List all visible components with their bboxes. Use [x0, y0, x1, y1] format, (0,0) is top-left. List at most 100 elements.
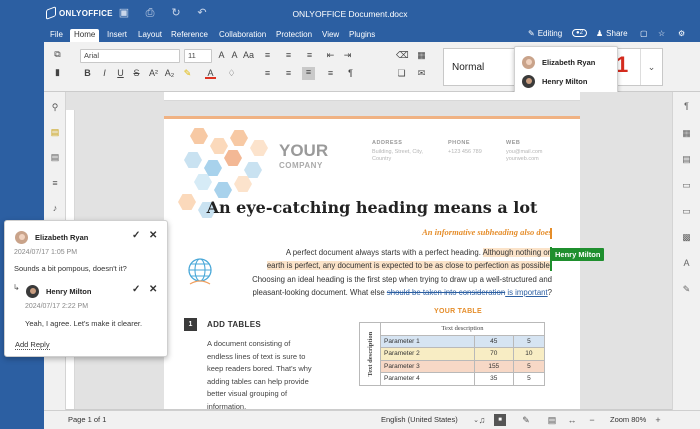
body-paragraph[interactable]: A perfect document always starts with a …	[234, 246, 552, 299]
mail-merge-icon[interactable]: ✉	[416, 68, 427, 79]
close-reply-icon[interactable]: ✕	[149, 284, 157, 295]
paste-icon[interactable]: ▮	[52, 67, 63, 78]
table-settings-icon[interactable]: ▦	[681, 128, 692, 139]
navigation-icon[interactable]: ≡	[50, 178, 60, 188]
share-button[interactable]: ♟ Share	[596, 29, 628, 38]
align-left-icon[interactable]: ≡	[262, 68, 273, 79]
menu-insert[interactable]: Insert	[103, 29, 131, 42]
resolve-reply-icon[interactable]: ✓	[132, 284, 140, 295]
comments-count-icon[interactable]: ●2	[572, 29, 587, 37]
company-logo-company: COMPANY	[279, 161, 323, 170]
editing-mode[interactable]: ✎ Editing	[528, 29, 562, 38]
comment-date: 2024/07/17 1:05 PM	[14, 249, 78, 256]
comment-card[interactable]: Elizabeth Ryan ✓ ✕ 2024/07/17 1:05 PM So…	[4, 220, 168, 357]
menu-layout[interactable]: Layout	[134, 29, 166, 42]
menu-protection[interactable]: Protection	[272, 29, 316, 42]
document-heading[interactable]: An eye-catching heading means a lot	[164, 198, 580, 217]
chart-settings-icon[interactable]: ▩	[681, 232, 692, 243]
align-center-icon[interactable]: ≡	[283, 68, 294, 79]
add-reply-link[interactable]: Add Reply	[15, 340, 50, 350]
menu-plugins[interactable]: Plugins	[345, 29, 379, 42]
font-size-select[interactable]: 11	[184, 49, 212, 63]
spellcheck-icon[interactable]: ♫	[476, 414, 488, 426]
font-color-icon[interactable]: A	[205, 68, 216, 79]
image-settings-icon[interactable]: ▤	[681, 154, 692, 165]
right-panel: ¶ ▦ ▤ ▭ ▭ ▩ A ✎	[672, 92, 700, 410]
track-changes-icon[interactable]: ■	[494, 414, 506, 426]
multilevel-icon[interactable]: ≡	[304, 50, 315, 61]
reply-text[interactable]: Yeah, I agree. Let's make it clearer.	[25, 319, 142, 328]
paragraph-marks-icon[interactable]: ¶	[345, 68, 356, 79]
fit-page-icon[interactable]: ▤	[546, 414, 558, 426]
title-bar: ONLYOFFICE ▣ ⎙ ↻ ↶ ONLYOFFICE Document.d…	[0, 0, 700, 28]
fit-width-icon[interactable]: ↔	[566, 414, 578, 426]
table-row[interactable]: Parameter 3 155 5	[359, 359, 546, 373]
chevron-down-icon[interactable]: ⌄	[640, 49, 662, 85]
page-indicator[interactable]: Page 1 of 1	[68, 415, 106, 424]
copy-style-icon[interactable]: ❏	[396, 68, 407, 79]
menu-home[interactable]: Home	[70, 29, 100, 42]
numbering-icon[interactable]: ≡	[283, 50, 294, 61]
speaker-icon[interactable]: ♪	[50, 203, 60, 213]
copy-icon[interactable]: ⧉	[52, 49, 63, 60]
superscript-icon[interactable]: A²	[148, 68, 159, 79]
text-art-icon[interactable]: A	[681, 258, 692, 269]
align-right-icon[interactable]: ≡	[302, 67, 315, 80]
header-footer-icon[interactable]: ▭	[681, 180, 692, 191]
menu-file[interactable]: File	[46, 29, 67, 42]
favorite-icon[interactable]: ☆	[658, 29, 665, 38]
zoom-in-icon[interactable]: +	[652, 414, 664, 426]
decrease-font-icon[interactable]: A	[229, 50, 240, 61]
increase-indent-icon[interactable]: ⇥	[342, 50, 353, 61]
underline-icon[interactable]: U	[115, 68, 126, 79]
search-icon[interactable]: ⚲	[50, 102, 60, 112]
bold-icon[interactable]: B	[82, 68, 93, 79]
hexagon-decoration	[184, 152, 202, 168]
zoom-level[interactable]: Zoom 80%	[610, 415, 646, 424]
resolve-icon[interactable]: ✓	[132, 230, 140, 241]
comments-icon[interactable]: ▤	[50, 127, 60, 137]
shading-fill-icon[interactable]: ▦	[416, 50, 427, 61]
justify-icon[interactable]: ≡	[325, 68, 336, 79]
language-select[interactable]: English (United States)	[381, 415, 458, 424]
shading-icon[interactable]: ♢	[226, 68, 237, 79]
document-subheading[interactable]: An informative subheading also does	[422, 227, 552, 237]
open-location-icon[interactable]: ▢	[640, 29, 648, 38]
chat-icon[interactable]: ▤	[50, 152, 60, 162]
menu-reference[interactable]: Reference	[167, 29, 212, 42]
hexagon-decoration	[194, 174, 212, 190]
increase-font-icon[interactable]: A	[216, 50, 227, 61]
document-page[interactable]: YOUR COMPANY ADDRESS Building, Street, C…	[164, 116, 580, 410]
table-row[interactable]: Parameter 1 45 5	[359, 334, 546, 348]
table-row[interactable]: Parameter 4 35 5	[359, 372, 546, 386]
paragraph-settings-icon[interactable]: ¶	[681, 101, 692, 112]
menu-view[interactable]: View	[318, 29, 343, 42]
hexagon-decoration	[210, 138, 228, 154]
zoom-out-icon[interactable]: −	[586, 414, 598, 426]
decrease-indent-icon[interactable]: ⇤	[325, 50, 336, 61]
clear-style-icon[interactable]: ⌫	[396, 50, 409, 61]
change-case-icon[interactable]: Aa	[243, 50, 254, 61]
edit-icon[interactable]: ✎	[520, 414, 532, 426]
settings-icon[interactable]: ⚙	[678, 29, 685, 38]
menu-collaboration[interactable]: Collaboration	[215, 29, 270, 42]
table-row[interactable]: Parameter 2 70 10	[359, 347, 546, 361]
page-accent-bar	[164, 116, 580, 119]
style-normal[interactable]: Normal	[452, 62, 484, 73]
font-name-select[interactable]: Arial	[80, 49, 180, 63]
bullets-icon[interactable]: ≡	[262, 50, 273, 61]
section-title[interactable]: ADD TABLES	[207, 320, 261, 329]
horizontal-ruler[interactable]	[164, 92, 580, 101]
data-table[interactable]: Text description Text description Parame…	[359, 322, 546, 386]
italic-icon[interactable]: I	[99, 68, 110, 79]
highlight-icon[interactable]: ✎	[182, 68, 193, 79]
table-title[interactable]: YOUR TABLE	[434, 308, 482, 315]
section-text[interactable]: A document consisting of endless lines o…	[207, 338, 317, 410]
shape-settings-icon[interactable]: ▭	[681, 206, 692, 217]
subscript-icon[interactable]: A₂	[164, 68, 175, 79]
signature-icon[interactable]: ✎	[681, 284, 692, 295]
hexagon-decoration	[244, 162, 262, 178]
strikethrough-icon[interactable]: S	[131, 68, 142, 79]
close-icon[interactable]: ✕	[149, 230, 157, 241]
comment-text[interactable]: Sounds a bit pompous, doesn't it?	[14, 264, 127, 273]
